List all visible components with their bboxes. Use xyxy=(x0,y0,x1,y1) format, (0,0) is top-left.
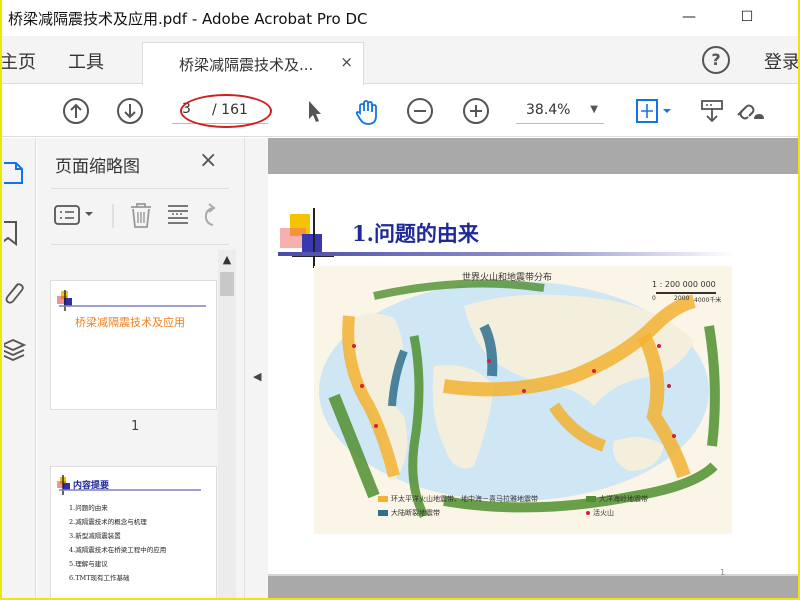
toolbar: 3 / 161 38.4% ▼ xyxy=(0,85,800,137)
print-down-icon xyxy=(701,100,723,123)
zoom-out-button[interactable] xyxy=(406,97,434,125)
panel-title: 页面缩略图 xyxy=(55,157,140,177)
close-icon[interactable]: × xyxy=(199,148,217,173)
select-tool-button[interactable] xyxy=(300,97,328,125)
attachment-icon[interactable] xyxy=(4,278,26,304)
previous-page-button[interactable] xyxy=(62,97,90,125)
print-button[interactable] xyxy=(698,97,726,125)
page-heading: 1.问题的由来 xyxy=(352,218,479,248)
thumbnail-page-number: 1 xyxy=(131,419,140,434)
chevron-down-icon: ▼ xyxy=(590,104,598,115)
slide-decoration xyxy=(280,208,334,268)
title-bar: 桥梁减隔震技术及应用.pdf - Adobe Acrobat Pro DC — … xyxy=(0,0,800,36)
legend-swatch xyxy=(586,496,596,502)
panel-toolbar xyxy=(51,198,231,234)
world-seismic-map: 世界火山和地震带分布 1 : 200 000 000 0 2000 4000千米… xyxy=(314,266,732,534)
list-item: 4.减隔震技术在桥梁工程中的应用 xyxy=(69,546,167,554)
trash-icon[interactable] xyxy=(131,203,151,228)
legend-label: 活火山 xyxy=(593,509,614,517)
rotate-icon[interactable] xyxy=(204,203,216,226)
legend-swatch xyxy=(378,510,388,516)
panel-collapse-bar[interactable]: ◀ xyxy=(244,138,268,600)
thumbnail-page-1[interactable]: 桥梁减隔震技术及应用 xyxy=(50,280,217,410)
page-thumbnails-icon[interactable] xyxy=(0,160,26,186)
arrow-down-icon xyxy=(117,98,143,124)
legend-item: 大陆断裂地震带 xyxy=(378,508,538,518)
list-item: 6.TMT现有工作基础 xyxy=(69,574,130,582)
heading-number: 1. xyxy=(352,221,374,246)
link-icon xyxy=(737,104,764,120)
map-legend: 环太平洋火山地震带、地中海－喜马拉雅地震带 大陆断裂地震带 xyxy=(378,494,538,518)
list-item: 3.新型减隔震装置 xyxy=(69,532,121,540)
hand-icon xyxy=(355,100,377,125)
page-gap xyxy=(268,138,800,174)
divider xyxy=(51,244,229,245)
legend-item: 活火山 xyxy=(586,508,648,518)
zoom-dropdown[interactable]: 38.4% ▼ xyxy=(516,98,604,124)
share-link-button[interactable] xyxy=(732,97,768,125)
thumbnail-title: 内容提要 xyxy=(73,481,110,491)
document-tab-label: 桥梁减隔震技术及... xyxy=(179,56,314,74)
bookmark-icon[interactable] xyxy=(0,220,26,246)
maximize-button[interactable]: ☐ xyxy=(736,6,758,28)
cursor-icon xyxy=(309,101,321,122)
thumbnail-scrollbar[interactable]: ▲ xyxy=(218,250,236,600)
scroll-thumb[interactable] xyxy=(220,272,234,296)
fit-page-icon xyxy=(636,99,671,123)
legend-label: 大洋海岭地震带 xyxy=(599,495,648,503)
heading-rule xyxy=(278,252,734,256)
document-tab[interactable]: 桥梁减隔震技术及... × xyxy=(142,42,364,85)
legend-label: 大陆断裂地震带 xyxy=(391,509,440,517)
minimize-button[interactable]: — xyxy=(678,6,700,28)
heading-text: 问题的由来 xyxy=(373,221,479,246)
legend-swatch xyxy=(378,496,388,502)
extract-pages-icon[interactable] xyxy=(168,205,188,224)
list-item: 1.问题的由来 xyxy=(69,504,108,512)
legend-swatch xyxy=(586,511,590,515)
tab-close-icon[interactable]: × xyxy=(340,53,353,71)
map-legend-right: 大洋海岭地震带 活火山 xyxy=(586,494,648,518)
map-title: 世界火山和地震带分布 xyxy=(462,273,553,283)
thumbnail-contents-list: 1.问题的由来 2.减隔震技术的概念与机理 3.新型减隔震装置 4.减隔震技术在… xyxy=(69,501,166,585)
scale-unit-2: 4000千米 xyxy=(694,297,722,304)
scale-unit-1: 2000 xyxy=(674,295,690,302)
list-item: 5.理解与建议 xyxy=(69,560,108,568)
scroll-up-icon[interactable]: ▲ xyxy=(218,250,236,270)
plus-circle-icon xyxy=(463,98,489,124)
page-gap-bottom xyxy=(268,576,800,600)
document-view[interactable]: 1.问题的由来 世界火山和地震带分布 1: 200 000 000 0 200… xyxy=(268,138,800,600)
layers-icon[interactable] xyxy=(0,336,27,362)
collapse-left-icon[interactable]: ◀ xyxy=(253,370,261,383)
options-icon[interactable] xyxy=(54,205,93,225)
home-menu[interactable]: 主页 xyxy=(0,48,36,74)
pdf-page: 1.问题的由来 世界火山和地震带分布 1: 200 000 000 0 200… xyxy=(268,174,800,577)
zoom-in-button[interactable] xyxy=(462,97,490,125)
hand-tool-button[interactable] xyxy=(352,97,380,125)
tools-menu[interactable]: 工具 xyxy=(68,48,104,74)
divider xyxy=(51,188,229,189)
arrow-up-icon xyxy=(63,98,89,124)
legend-item: 大洋海岭地震带 xyxy=(586,494,648,504)
menu-bar: 主页 工具 桥梁减隔震技术及... × ? 登录 xyxy=(0,36,800,85)
fit-page-button[interactable] xyxy=(634,97,674,125)
zoom-value: 38.4% xyxy=(526,102,571,118)
legend-label: 环太平洋火山地震带、地中海－喜马拉雅地震带 xyxy=(391,495,538,503)
list-item: 2.减隔震技术的概念与机理 xyxy=(69,518,147,526)
legend-item: 环太平洋火山地震带、地中海－喜马拉雅地震带 xyxy=(378,494,538,504)
scale-unit-0: 0 xyxy=(652,295,656,302)
login-button[interactable]: 登录 xyxy=(764,48,800,74)
thumbnail-title: 桥梁减隔震技术及应用 xyxy=(75,316,185,329)
scale-bar xyxy=(656,292,716,294)
map-scale: 1 : 200 000 000 xyxy=(652,280,716,289)
next-page-button[interactable] xyxy=(116,97,144,125)
help-icon[interactable]: ? xyxy=(702,46,730,74)
window-title: 桥梁减隔震技术及应用.pdf - Adobe Acrobat Pro DC xyxy=(8,10,368,28)
page-number-highlight xyxy=(180,94,272,128)
navigation-rail xyxy=(0,138,36,600)
thumbnail-page-2[interactable]: 内容提要 1.问题的由来 2.减隔震技术的概念与机理 3.新型减隔震装置 4.减… xyxy=(50,466,217,600)
minus-circle-icon xyxy=(407,98,433,124)
